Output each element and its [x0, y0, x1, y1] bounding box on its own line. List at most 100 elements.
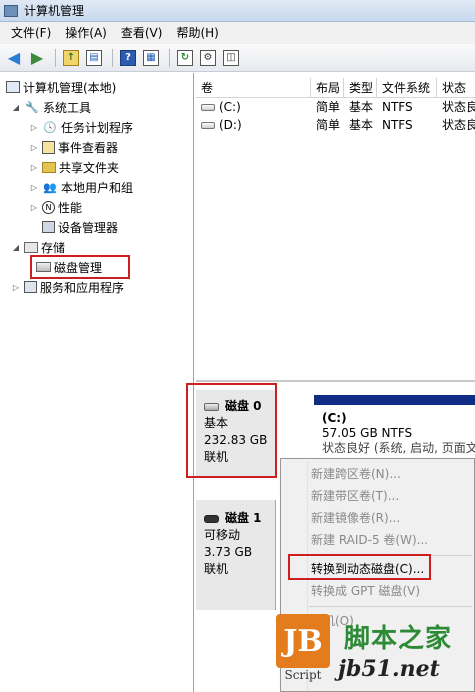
volume-filesystem: NTFS	[382, 100, 413, 114]
highlight-convert-dynamic	[288, 554, 431, 580]
disk-1-label[interactable]: 磁盘 1 可移动 3.73 GB 联机	[196, 500, 276, 610]
disk-management-icon	[36, 262, 51, 272]
collapse-arrow-icon[interactable]: ▷	[28, 203, 40, 212]
menu-item-new-spanned[interactable]: 新建跨区卷(N)...	[281, 463, 475, 485]
event-viewer-icon	[42, 140, 55, 154]
menu-action[interactable]: 操作(A)	[58, 22, 114, 44]
tree-item-shared-folders[interactable]: ▷ 共享文件夹	[28, 157, 119, 177]
computer-management-icon	[4, 4, 18, 17]
tree-item-performance[interactable]: ▷ N 性能	[28, 197, 82, 217]
column-header-type[interactable]: 类型	[344, 78, 377, 97]
volume-layout: 简单	[316, 100, 341, 114]
tree-item-root[interactable]: 计算机管理(本地)	[4, 77, 116, 97]
storage-icon	[24, 241, 38, 253]
collapse-arrow-icon[interactable]: ▷	[28, 183, 40, 192]
navigation-tree: 计算机管理(本地) ◢ 🔧 系统工具 ▷ 🕓 任务计划程序 ▷ 事件查看器 ▷ …	[0, 73, 194, 692]
volume-row[interactable]: (D:) 简单 基本 NTFS 状态良好	[196, 116, 475, 134]
tree-label: 计算机管理(本地)	[23, 80, 117, 95]
volume-type: 基本	[349, 118, 374, 132]
menu-item-new-mirrored[interactable]: 新建镜像卷(R)...	[281, 507, 475, 529]
tree-label: 设备管理器	[58, 220, 119, 235]
watermark: JB Script 脚本之家 jb51.net	[266, 610, 475, 692]
refresh-icon[interactable]: ↻	[175, 48, 195, 68]
disk-name: 磁盘 1	[225, 511, 262, 525]
volume-name: (D:)	[219, 118, 242, 132]
menu-file[interactable]: 文件(F)	[4, 22, 58, 44]
help-icon[interactable]: ?	[118, 48, 138, 68]
toolbar-separator	[169, 48, 170, 67]
column-header-status[interactable]: 状态	[437, 78, 475, 97]
tree-item-services-apps[interactable]: ▷ 服务和应用程序	[10, 277, 124, 297]
jb51-logo: JB	[276, 614, 330, 668]
pane-divider[interactable]	[196, 380, 475, 382]
tree-label: 本地用户和组	[61, 180, 134, 195]
drive-icon	[201, 104, 215, 111]
expand-arrow-icon[interactable]: ◢	[10, 103, 22, 112]
tools-icon: 🔧	[25, 100, 39, 114]
partition-status: 状态良好 (系统, 启动, 页面文件	[322, 441, 475, 455]
clock-icon: 🕓	[43, 120, 57, 134]
collapse-arrow-icon[interactable]: ▷	[28, 143, 40, 152]
partition-c[interactable]: (C:) 57.05 GB NTFS 状态良好 (系统, 启动, 页面文件	[314, 395, 475, 463]
watermark-url: jb51.net	[338, 656, 440, 682]
tree-label: 共享文件夹	[59, 160, 120, 175]
computer-icon	[6, 81, 20, 93]
performance-icon: N	[42, 200, 55, 214]
disk-icon[interactable]: ◫	[221, 48, 241, 68]
tree-label: 性能	[58, 200, 83, 215]
settings-icon[interactable]: ⚙	[198, 48, 218, 68]
removable-disk-icon	[204, 514, 219, 523]
drive-icon	[201, 122, 215, 129]
disk-size: 3.73 GB	[204, 545, 253, 559]
collapse-arrow-icon[interactable]: ▷	[28, 123, 40, 132]
menu-item-convert-gpt[interactable]: 转换成 GPT 磁盘(V)	[281, 580, 475, 602]
column-header-layout[interactable]: 布局	[311, 78, 344, 97]
collapse-arrow-icon[interactable]: ▷	[28, 163, 40, 172]
volume-row[interactable]: (C:) 简单 基本 NTFS 状态良好	[196, 98, 475, 116]
tree-label: 服务和应用程序	[40, 280, 125, 295]
device-manager-icon	[42, 221, 55, 233]
menu-item-new-raid5[interactable]: 新建 RAID-5 卷(W)...	[281, 529, 475, 551]
tree-label: 系统工具	[43, 100, 92, 115]
column-header-filesystem[interactable]: 文件系统	[377, 78, 437, 97]
volume-filesystem: NTFS	[382, 118, 413, 132]
toolbar-separator	[55, 48, 56, 67]
show-hide-tree-icon[interactable]: ▤	[84, 48, 104, 68]
volume-layout: 简单	[316, 118, 341, 132]
tree-item-storage[interactable]: ◢ 存储	[10, 237, 65, 257]
menu-item-new-striped[interactable]: 新建带区卷(T)...	[281, 485, 475, 507]
highlight-disk-0	[186, 383, 277, 478]
up-folder-icon[interactable]: ↑	[61, 48, 81, 68]
menu-view[interactable]: 查看(V)	[114, 22, 170, 44]
menu-bar: 文件(F) 操作(A) 查看(V) 帮助(H)	[0, 22, 475, 44]
volume-list-header: 卷 布局 类型 文件系统 状态	[196, 78, 475, 98]
window-title: 计算机管理	[24, 4, 85, 18]
collapse-arrow-icon[interactable]: ▷	[10, 283, 22, 292]
menu-help[interactable]: 帮助(H)	[169, 22, 225, 44]
column-header-volume[interactable]: 卷	[196, 78, 311, 97]
volume-status: 状态良好	[442, 100, 475, 114]
watermark-site-name: 脚本之家	[344, 624, 453, 654]
volume-status: 状态良好	[442, 118, 475, 132]
tree-item-disk-management[interactable]: 磁盘管理	[30, 255, 130, 279]
tree-item-event-viewer[interactable]: ▷ 事件查看器	[28, 137, 118, 157]
expand-arrow-icon[interactable]: ◢	[10, 243, 22, 252]
tree-item-system-tools[interactable]: ◢ 🔧 系统工具	[10, 97, 91, 117]
services-icon	[24, 281, 37, 293]
tree-item-device-manager[interactable]: 设备管理器	[40, 217, 118, 237]
toolbar: ◀ ▶ ↑ ▤ ? ▦ ↻ ⚙ ◫	[0, 44, 475, 72]
title-bar: 计算机管理	[0, 0, 475, 22]
toolbar-separator	[112, 48, 113, 67]
users-icon: 👥	[43, 180, 57, 194]
tree-item-task-scheduler[interactable]: ▷ 🕓 任务计划程序	[28, 117, 133, 137]
forward-arrow-icon[interactable]: ▶	[27, 48, 47, 68]
tree-item-local-users[interactable]: ▷ 👥 本地用户和组	[28, 177, 133, 197]
menu-separator	[309, 606, 472, 607]
properties-icon[interactable]: ▦	[141, 48, 161, 68]
disk-state: 联机	[204, 562, 229, 576]
volume-name: (C:)	[219, 100, 241, 114]
back-arrow-icon[interactable]: ◀	[4, 48, 24, 68]
tree-label: 存储	[41, 240, 66, 255]
watermark-script-label: Script	[284, 668, 322, 682]
disk-type: 可移动	[204, 528, 241, 542]
